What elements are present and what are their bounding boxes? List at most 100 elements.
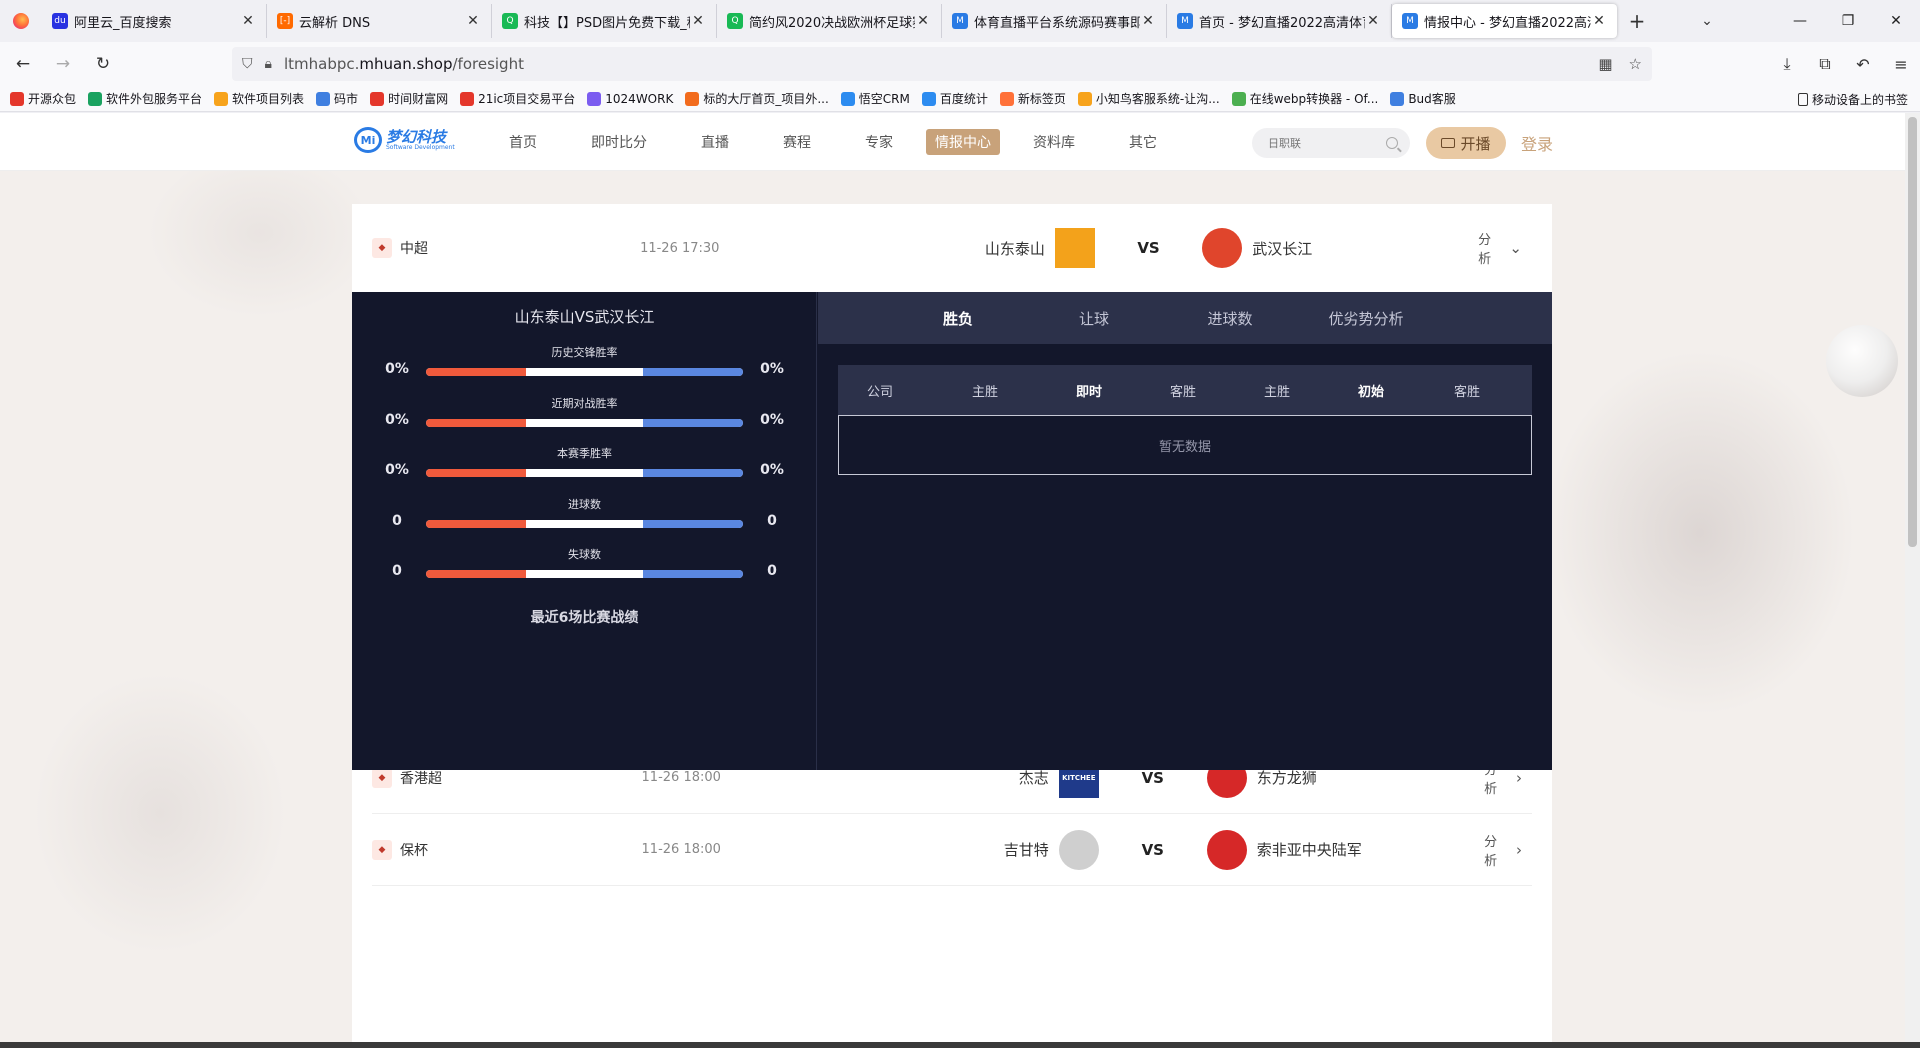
tab-title: 情报中心 - 梦幻直播2022高清体 [1424, 15, 1591, 31]
bookmark-item[interactable]: 软件外包服务平台 [88, 90, 202, 107]
bookmark-item[interactable]: 百度统计 [921, 90, 988, 107]
back-icon[interactable]: ← [6, 47, 40, 81]
detail-tab-0[interactable]: 胜负 [890, 308, 1026, 329]
stat-bar [426, 418, 743, 427]
mobile-bookmarks[interactable]: 移动设备上的书签 [1797, 86, 1908, 112]
stat-label: 本赛季胜率 [557, 447, 612, 460]
firefox-menu-icon[interactable] [0, 0, 42, 42]
bookmark-item[interactable]: 时间财富网 [370, 90, 448, 107]
bookmark-item[interactable]: 悟空CRM [840, 90, 910, 107]
tab-close-icon[interactable]: ✕ [1365, 13, 1381, 29]
league-name: 中超 [400, 241, 428, 257]
bookmark-item[interactable]: 标的大厅首页_项目外... [685, 90, 829, 107]
bookmark-item[interactable]: Bud客服 [1390, 90, 1456, 107]
browser-tab[interactable]: M 体育直播平台系统源码赛事即时 ✕ [942, 4, 1167, 38]
nav-item-2[interactable]: 直播 [692, 129, 738, 155]
bookmark-favicon-icon [316, 91, 331, 106]
bookmark-favicon-icon [921, 91, 936, 106]
tab-close-icon[interactable]: ✕ [465, 13, 481, 29]
browser-tab[interactable]: M 首页 - 梦幻直播2022高清体育直✕ [1167, 4, 1392, 38]
bookmark-label: 百度统计 [939, 92, 988, 106]
qr-code-icon[interactable]: ▦ [1598, 55, 1612, 73]
site-logo[interactable]: Mi 梦幻科技 Software Development [354, 127, 455, 153]
detail-title: 山东泰山VS武汉长江 [514, 308, 655, 326]
restore-icon[interactable]: ❐ [1824, 0, 1872, 42]
home-team-name: 吉甘特 [1003, 841, 1049, 859]
nav-item-1[interactable]: 即时比分 [582, 129, 656, 155]
tab-favicon-icon: Q [502, 13, 518, 29]
tab-close-icon[interactable]: ✕ [240, 13, 256, 29]
bookmark-item[interactable]: 在线webp转换器 - Of... [1231, 90, 1378, 107]
match-row[interactable]: ◆ 中超 11-26 17:30 山东泰山 VS 武汉长江 分析 ⌄ [372, 204, 1532, 292]
bookmark-item[interactable]: 新标签页 [999, 90, 1066, 107]
logo-name: 梦幻科技 [386, 127, 447, 146]
detail-tab-2[interactable]: 进球数 [1162, 308, 1298, 329]
search-input[interactable] [1268, 136, 1378, 150]
screenshot-icon[interactable]: ⧉ [1806, 54, 1844, 74]
browser-tab[interactable]: du 阿里云_百度搜索 ✕ [42, 4, 267, 38]
match-list-panel: ◆中超11-26 17:30山东泰山VS武汉长江分析⌄◆世界杯11-26 18:… [352, 204, 1552, 1042]
tab-close-icon[interactable]: ✕ [915, 13, 931, 29]
stat-bar [426, 469, 743, 477]
minimize-icon[interactable]: — [1776, 0, 1824, 42]
bookmark-label: 1024WORK [605, 91, 674, 106]
bookmark-favicon-icon [88, 91, 103, 106]
nav-item-3[interactable]: 赛程 [774, 129, 820, 155]
browser-tab[interactable]: Q 科技【】PSD图片免费下载_科技✕ [492, 4, 717, 38]
football-decoration [1826, 325, 1898, 397]
chevron-right-icon: › [1516, 768, 1522, 787]
close-window-icon[interactable]: ✕ [1872, 0, 1920, 42]
bookmark-label: 21ic项目交易平台 [478, 92, 576, 106]
bookmark-item[interactable]: 开源众包 [10, 90, 76, 107]
lock-icon[interactable]: 🔒︎ [265, 56, 272, 72]
nav-item-5[interactable]: 情报中心 [926, 129, 1000, 155]
undo-icon[interactable]: ↶ [1844, 55, 1882, 74]
nav-item-6[interactable]: 资料库 [1024, 129, 1084, 155]
bookmark-label: 小知鸟客服系统-让沟... [1095, 92, 1220, 106]
downloads-icon[interactable]: ⤓ [1768, 54, 1806, 74]
new-tab-icon[interactable]: + [1617, 4, 1657, 38]
search-box[interactable] [1252, 128, 1410, 158]
bookmark-label: 码市 [334, 92, 359, 106]
forward-icon[interactable]: → [46, 47, 80, 81]
bookmark-star-icon[interactable]: ☆ [1629, 55, 1642, 73]
bookmark-item[interactable]: 软件项目列表 [214, 90, 304, 107]
shield-icon[interactable]: ⛉ [242, 56, 253, 72]
bookmark-item[interactable]: 21ic项目交易平台 [460, 90, 575, 107]
tab-title: 首页 - 梦幻直播2022高清体育直 [1199, 15, 1365, 31]
bookmark-label: 软件外包服务平台 [106, 92, 203, 106]
match-row[interactable]: ◆ 保杯 11-26 18:00 吉甘特 VS 索非亚中央陆军 分析 › [372, 814, 1532, 886]
search-icon[interactable] [1386, 137, 1398, 149]
address-bar[interactable]: ⛉ 🔒︎ ltmhabpc.mhuan.shop/foresight ▦ ☆ [232, 47, 1652, 81]
bookmark-item[interactable]: 码市 [316, 90, 358, 107]
bookmark-item[interactable]: 小知鸟客服系统-让沟... [1077, 90, 1220, 107]
scrollbar-thumb[interactable] [1908, 117, 1917, 547]
stat-home-value: 0% [385, 411, 409, 428]
tab-close-icon[interactable]: ✕ [690, 13, 706, 29]
login-link[interactable]: 登录 [1521, 131, 1553, 155]
nav-item-4[interactable]: 专家 [856, 129, 902, 155]
bookmark-item[interactable]: 1024WORK [587, 91, 674, 106]
start-live-button[interactable]: 开播 [1426, 127, 1506, 159]
nav-item-0[interactable]: 首页 [500, 129, 546, 155]
reload-icon[interactable]: ↻ [86, 47, 120, 81]
bookmark-favicon-icon [1390, 91, 1405, 106]
detail-tab-3[interactable]: 优劣势分析 [1298, 308, 1434, 329]
analysis-toggle[interactable]: 分析 ⌄ [1478, 229, 1522, 267]
odds-column-header: 主胜 [971, 384, 998, 400]
tab-close-icon[interactable]: ✕ [1591, 13, 1607, 29]
stat-away-value: 0% [760, 462, 784, 478]
tab-active[interactable]: M 情报中心 - 梦幻直播2022高清体✕ [1392, 4, 1617, 38]
analysis-toggle[interactable]: 分析 › [1484, 831, 1522, 869]
browser-tab[interactable]: Q 简约风2020决战欧洲杯足球赛事✕ [717, 4, 942, 38]
tab-favicon-icon: M [1177, 13, 1193, 29]
app-menu-icon[interactable]: ≡ [1882, 55, 1920, 74]
stat-away-value: 0 [767, 563, 777, 579]
url-text[interactable]: ltmhabpc.mhuan.shop/foresight [284, 55, 524, 73]
browser-tab[interactable]: [-] 云解析 DNS ✕ [267, 4, 492, 38]
nav-item-7[interactable]: 其它 [1120, 129, 1166, 155]
detail-tab-1[interactable]: 让球 [1026, 308, 1162, 329]
list-all-tabs-icon[interactable]: ⌄ [1687, 4, 1727, 38]
tab-close-icon[interactable]: ✕ [1140, 13, 1156, 29]
page-scrollbar[interactable] [1905, 113, 1920, 1042]
